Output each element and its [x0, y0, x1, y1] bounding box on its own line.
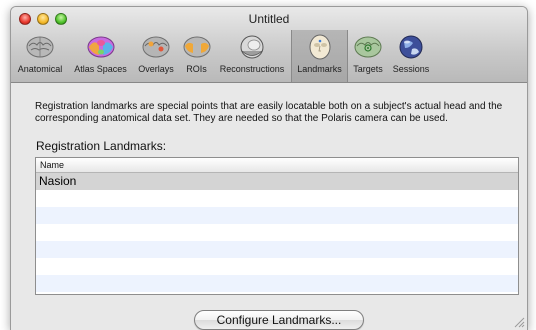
tab-targets[interactable]: Targets: [348, 30, 388, 82]
empty-row: [36, 275, 518, 292]
landmarks-table: Name Nasion: [35, 157, 519, 295]
tab-label: ROIs: [186, 64, 207, 74]
window-title: Untitled: [248, 12, 290, 26]
tab-label: Overlays: [138, 64, 174, 74]
empty-row: [36, 258, 518, 275]
tab-label: Anatomical: [17, 64, 63, 74]
empty-row: [36, 241, 518, 258]
tab-atlas-spaces[interactable]: Atlas Spaces: [69, 30, 132, 82]
configure-landmarks-button[interactable]: Configure Landmarks...: [194, 310, 364, 330]
tab-label: Reconstructions: [219, 64, 285, 74]
registration-landmarks-label: Registration Landmarks:: [36, 139, 167, 153]
brain-gray-icon: [26, 36, 54, 58]
tab-label: Atlas Spaces: [74, 64, 127, 74]
table-row[interactable]: Nasion: [36, 173, 518, 190]
brain-targets-icon: [354, 36, 382, 58]
empty-row: [36, 207, 518, 224]
resize-grip-icon[interactable]: [514, 317, 525, 328]
landmarks-panel: Registration landmarks are special point…: [11, 83, 527, 330]
table-header-name[interactable]: Name: [36, 158, 518, 173]
tab-label: Landmarks: [297, 64, 342, 74]
sessions-globe-icon: [399, 35, 423, 59]
tab-label: Sessions: [392, 64, 430, 74]
tab-landmarks[interactable]: Landmarks: [291, 30, 348, 82]
tab-label: Targets: [353, 64, 383, 74]
tab-reconstructions[interactable]: Reconstructions: [213, 30, 291, 82]
main-window: Untitled Anatomical Atlas Spaces Overlay…: [10, 6, 528, 330]
head-landmarks-icon: [309, 34, 330, 60]
empty-row: [36, 224, 518, 241]
empty-row: [36, 190, 518, 207]
tab-sessions[interactable]: Sessions: [388, 30, 434, 82]
head-reconstruction-icon: [240, 35, 264, 59]
brain-overlay-icon: [142, 36, 170, 58]
brain-roi-icon: [183, 36, 210, 58]
tab-overlays[interactable]: Overlays: [132, 30, 180, 82]
landmarks-description: Registration landmarks are special point…: [35, 101, 503, 124]
toolbar: Anatomical Atlas Spaces Overlays ROIs Re…: [11, 30, 527, 82]
brain-colored-icon: [87, 36, 114, 58]
tab-anatomical[interactable]: Anatomical: [11, 30, 69, 82]
title-bar: Untitled Anatomical Atlas Spaces Overlay…: [11, 7, 527, 83]
tab-rois[interactable]: ROIs: [180, 30, 213, 82]
